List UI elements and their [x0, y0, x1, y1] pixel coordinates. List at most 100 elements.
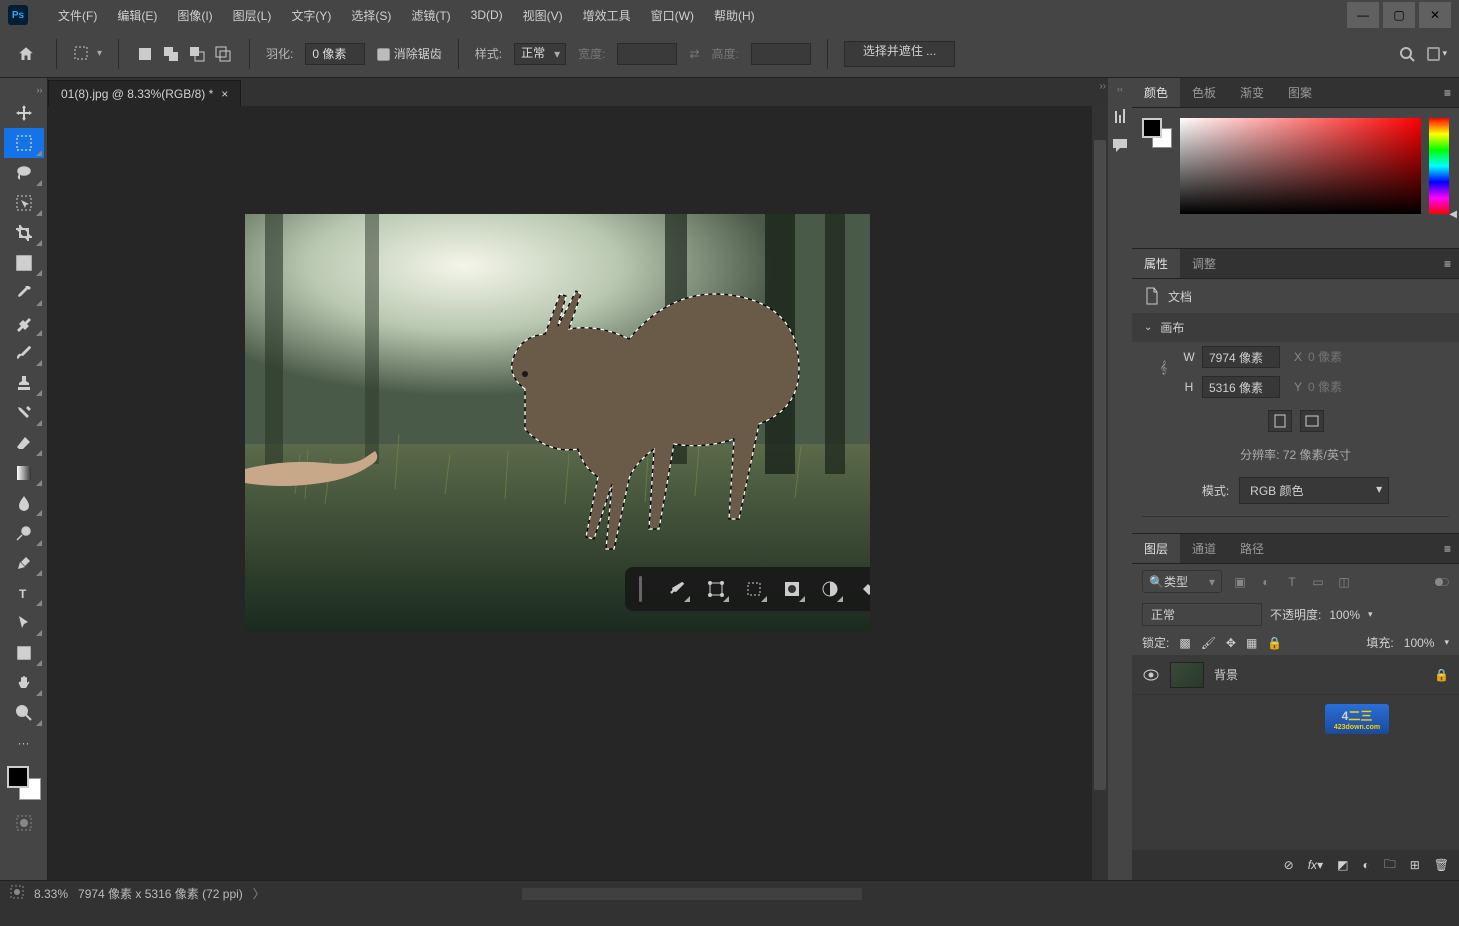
layer-row[interactable]: 背景 🔒	[1132, 655, 1459, 695]
frame-tool[interactable]	[4, 248, 44, 278]
layer-name[interactable]: 背景	[1214, 666, 1238, 683]
zoom-tool[interactable]	[4, 698, 44, 728]
eyedropper-tool[interactable]	[4, 278, 44, 308]
document-tab[interactable]: 01(8).jpg @ 8.33%(RGB/8) * ×	[48, 80, 241, 106]
object-select-tool[interactable]	[4, 188, 44, 218]
lock-paint-icon[interactable]: 🖌	[1201, 636, 1216, 650]
modify-selection-icon[interactable]	[668, 578, 686, 600]
lock-nest-icon[interactable]: ▦	[1246, 636, 1257, 650]
new-layer-icon[interactable]: ⊞	[1410, 858, 1420, 872]
status-quickmask-icon[interactable]	[10, 885, 24, 902]
tool-expand-icon[interactable]: ››	[1, 82, 47, 98]
lock-icon[interactable]: 🔒	[1434, 668, 1449, 682]
fill-selection-icon[interactable]	[859, 578, 870, 600]
generative-fill-icon[interactable]	[745, 578, 763, 600]
menu-file[interactable]: 文件(F)	[48, 0, 107, 30]
hand-tool[interactable]	[4, 668, 44, 698]
delete-layer-icon[interactable]: 🗑	[1434, 858, 1449, 872]
menu-filter[interactable]: 滤镜(T)	[401, 0, 460, 30]
panel-menu-icon[interactable]: ≡	[1436, 542, 1459, 556]
feather-input[interactable]	[305, 43, 365, 65]
transform-selection-icon[interactable]	[706, 578, 724, 600]
tab-paths[interactable]: 路径	[1228, 534, 1276, 563]
menu-image[interactable]: 图像(I)	[167, 0, 222, 30]
status-menu-chevron[interactable]: 〉	[253, 885, 265, 902]
home-button[interactable]	[12, 40, 40, 68]
filter-toggle[interactable]	[1435, 578, 1449, 586]
tab-properties[interactable]: 属性	[1132, 249, 1180, 278]
close-button[interactable]: ✕	[1419, 2, 1451, 28]
selection-intersect-icon[interactable]	[213, 44, 233, 64]
gradient-tool[interactable]	[4, 458, 44, 488]
orient-portrait-button[interactable]	[1268, 410, 1292, 432]
selection-subtract-icon[interactable]	[187, 44, 207, 64]
menu-help[interactable]: 帮助(H)	[704, 0, 765, 30]
filter-smart-icon[interactable]: ◫	[1336, 574, 1352, 590]
eraser-tool[interactable]	[4, 428, 44, 458]
menu-type[interactable]: 文字(Y)	[281, 0, 341, 30]
menu-view[interactable]: 视图(V)	[513, 0, 573, 30]
create-mask-icon[interactable]	[783, 578, 801, 600]
layer-filter-select[interactable]: 🔍 类型	[1142, 570, 1222, 593]
lock-pos-icon[interactable]: ✥	[1226, 636, 1236, 650]
dock-adjustments-icon[interactable]	[1111, 108, 1129, 126]
move-tool[interactable]	[4, 98, 44, 128]
path-select-tool[interactable]	[4, 608, 44, 638]
tab-swatches[interactable]: 色板	[1180, 78, 1228, 107]
crop-tool[interactable]	[4, 218, 44, 248]
menu-select[interactable]: 选择(S)	[341, 0, 401, 30]
quickmask-toggle[interactable]	[4, 808, 44, 838]
orient-landscape-button[interactable]	[1300, 410, 1324, 432]
document-tab-close[interactable]: ×	[221, 87, 228, 101]
adjustment-icon[interactable]	[821, 578, 839, 600]
shape-tool[interactable]	[4, 638, 44, 668]
filter-adjust-icon[interactable]: ◐	[1258, 574, 1274, 590]
menu-layer[interactable]: 图层(L)	[223, 0, 282, 30]
menu-3d[interactable]: 3D(D)	[461, 0, 513, 30]
adjustment-layer-icon[interactable]: ◐	[1362, 858, 1369, 872]
tab-layers[interactable]: 图层	[1132, 534, 1180, 563]
layer-thumbnail[interactable]	[1170, 662, 1204, 688]
vertical-scrollbar[interactable]	[1092, 106, 1108, 880]
layer-fx-icon[interactable]: fx▾	[1308, 858, 1323, 872]
workspace-switcher-icon[interactable]: ▾	[1427, 44, 1447, 64]
menu-plugins[interactable]: 增效工具	[573, 0, 641, 30]
blur-tool[interactable]	[4, 488, 44, 518]
dock-comments-icon[interactable]	[1111, 136, 1129, 154]
lock-trans-icon[interactable]: ▩	[1179, 636, 1190, 650]
minimize-button[interactable]: —	[1347, 2, 1379, 28]
color-mode-select[interactable]: RGB 颜色	[1239, 477, 1389, 504]
tool-preset[interactable]: ▾	[73, 45, 102, 63]
style-select[interactable]: 正常	[514, 43, 566, 65]
canvas[interactable]: ••• 取消选择	[245, 214, 870, 631]
select-and-mask-button[interactable]: 选择并遮住 ...	[844, 41, 955, 67]
history-brush-tool[interactable]	[4, 398, 44, 428]
color-field[interactable]	[1180, 118, 1421, 214]
pen-tool[interactable]	[4, 548, 44, 578]
filter-pixel-icon[interactable]: ▣	[1232, 574, 1248, 590]
panel-menu-icon[interactable]: ≡	[1436, 257, 1459, 271]
marquee-tool[interactable]	[4, 128, 44, 158]
selection-add-icon[interactable]	[161, 44, 181, 64]
search-icon[interactable]	[1397, 44, 1417, 64]
selection-new-icon[interactable]	[135, 44, 155, 64]
tab-patterns[interactable]: 图案	[1276, 78, 1324, 107]
panel-menu-icon[interactable]: ≡	[1436, 86, 1459, 100]
status-zoom[interactable]: 8.33%	[34, 887, 68, 901]
color-swatches[interactable]	[5, 764, 43, 802]
lasso-tool[interactable]	[4, 158, 44, 188]
edit-toolbar[interactable]: ···	[4, 728, 44, 758]
canvas-height-input[interactable]	[1202, 376, 1280, 398]
stamp-tool[interactable]	[4, 368, 44, 398]
link-dimensions-icon[interactable]: 𝄞	[1160, 360, 1167, 375]
hue-slider[interactable]	[1429, 118, 1449, 214]
tab-color[interactable]: 颜色	[1132, 78, 1180, 107]
layer-group-icon[interactable]: 🗀	[1384, 855, 1396, 876]
layer-mask-icon[interactable]: ◩	[1337, 858, 1348, 872]
menu-window[interactable]: 窗口(W)	[641, 0, 704, 30]
horizontal-scrollbar[interactable]	[522, 888, 862, 900]
maximize-button[interactable]: ▢	[1383, 2, 1415, 28]
filter-text-icon[interactable]: T	[1284, 574, 1300, 590]
color-fg-bg-swatch[interactable]	[1142, 118, 1172, 148]
status-dimensions[interactable]: 7974 像素 x 5316 像素 (72 ppi)	[78, 885, 243, 902]
